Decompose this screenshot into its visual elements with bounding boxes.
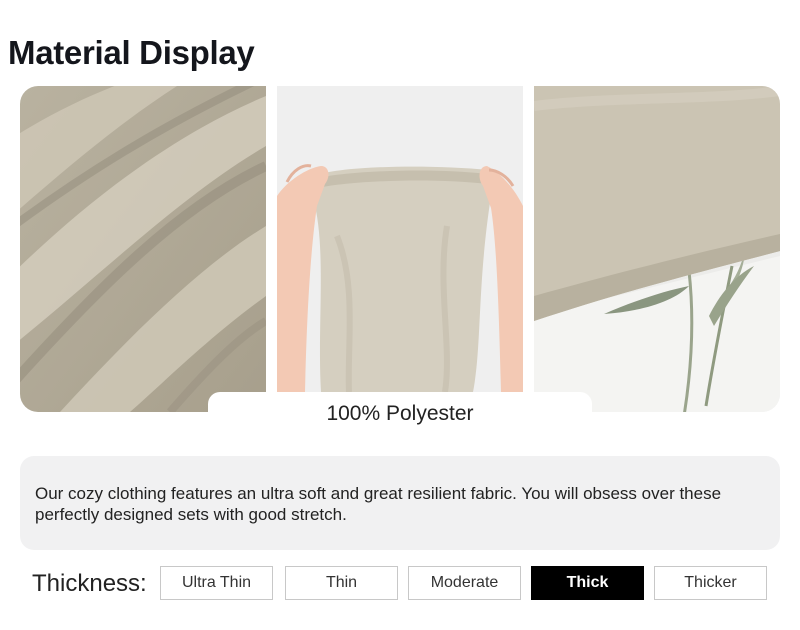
thickness-option-thicker[interactable]: Thicker xyxy=(654,566,767,600)
fabric-over-plant-image xyxy=(534,86,780,412)
material-gallery xyxy=(20,86,780,412)
material-caption: 100% Polyester xyxy=(208,392,592,434)
hands-stretching-fabric-image xyxy=(277,86,523,412)
description-text: Our cozy clothing features an ultra soft… xyxy=(35,484,722,524)
thickness-option-ultra-thin[interactable]: Ultra Thin xyxy=(160,566,273,600)
thickness-label: Thickness: xyxy=(32,570,147,597)
description-box: Our cozy clothing features an ultra soft… xyxy=(20,456,780,550)
page-title: Material Display xyxy=(8,34,255,71)
thickness-option-moderate[interactable]: Moderate xyxy=(408,566,521,600)
fabric-folds-image xyxy=(20,86,266,412)
thickness-option-thick[interactable]: Thick xyxy=(531,566,644,600)
thickness-option-thin[interactable]: Thin xyxy=(285,566,398,600)
